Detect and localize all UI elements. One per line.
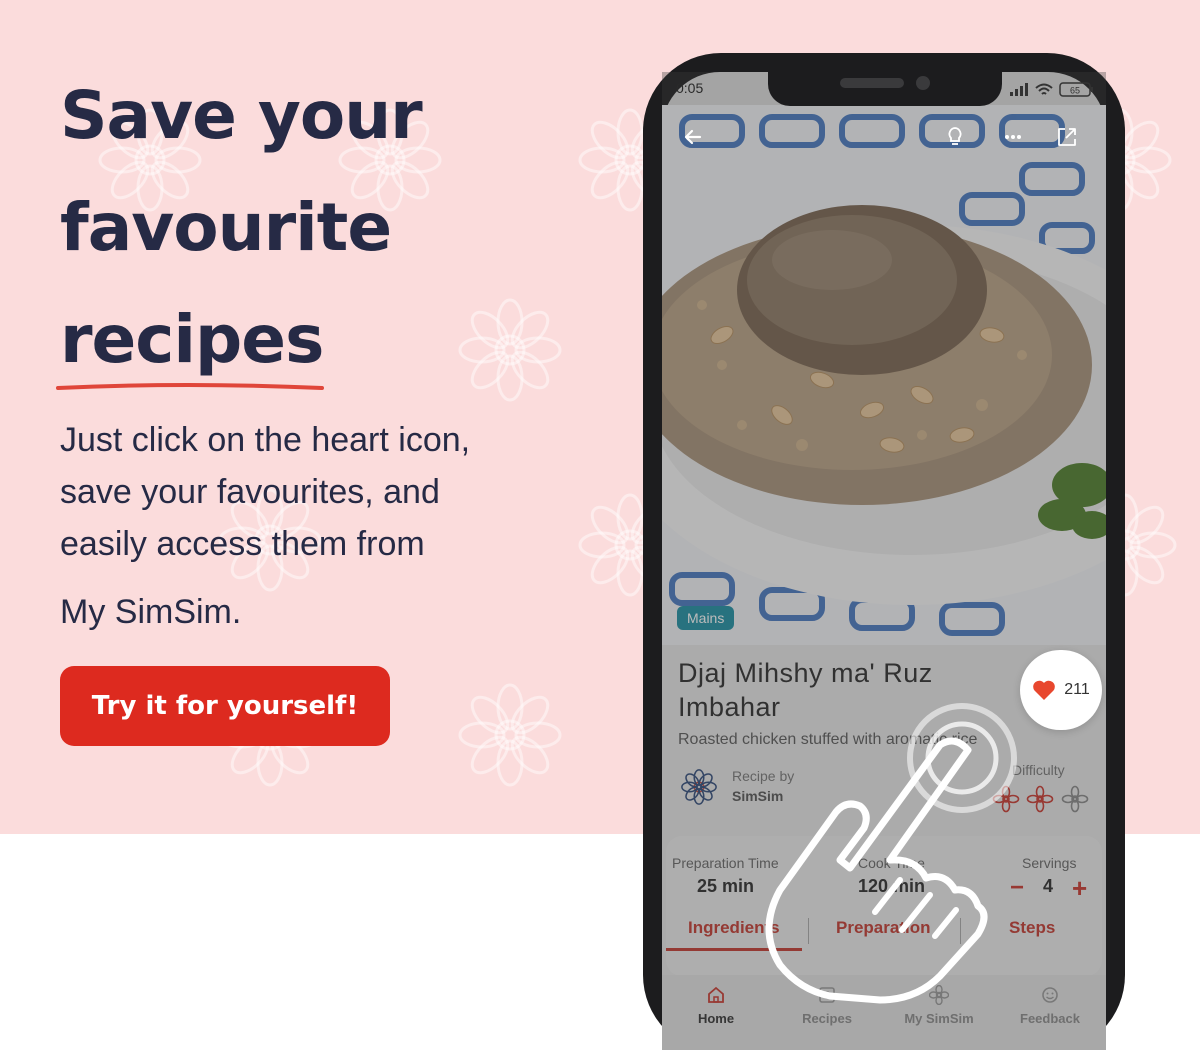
battery-level: 65	[1070, 86, 1080, 96]
heart-icon	[1033, 680, 1056, 700]
recipe-title: Djaj Mihshy ma' Ruz Imbahar	[678, 656, 978, 724]
description-line: easily access them from	[60, 525, 425, 563]
recipe-photo	[662, 105, 1106, 645]
headline-line: Save your	[60, 77, 423, 154]
signal-icon	[1010, 83, 1028, 96]
cook-time-value: 120 min	[858, 876, 926, 896]
description-line: Just click on the heart icon,	[60, 421, 471, 459]
favourite-count: 211	[1064, 681, 1090, 698]
nav-label: My SimSim	[904, 1011, 974, 1026]
headline-line: favourite	[60, 189, 392, 266]
prep-time-label: Preparation Time	[672, 855, 779, 871]
phone-speaker	[840, 78, 904, 88]
nav-home[interactable]: Home	[671, 985, 761, 1026]
nav-feedback[interactable]: Feedback	[1005, 985, 1095, 1026]
more-dots-icon[interactable]	[1000, 124, 1026, 150]
nav-label: Recipes	[802, 1011, 852, 1026]
servings-decrease-button[interactable]: −	[1010, 876, 1024, 900]
tab-ingredients[interactable]: Ingredients	[688, 918, 780, 938]
nav-my-simsim[interactable]: My SimSim	[894, 985, 984, 1026]
description-line: save your favourites, and	[60, 473, 440, 511]
recipe-author[interactable]: SimSim	[732, 788, 783, 804]
back-arrow-icon[interactable]	[680, 124, 706, 150]
try-it-button[interactable]: Try it for yourself!	[60, 666, 390, 746]
nav-label: Home	[697, 1011, 735, 1026]
difficulty-flower-icons	[992, 785, 1089, 813]
phone-camera	[916, 76, 930, 90]
hero-description: Just click on the heart icon, save your …	[60, 414, 520, 638]
tab-steps[interactable]: Steps	[1009, 918, 1055, 938]
recipes-icon	[819, 987, 835, 1003]
recipe-by-label: Recipe by	[732, 768, 795, 784]
headline-highlight: recipes	[56, 284, 324, 396]
smiley-icon	[1042, 987, 1058, 1003]
headline: Save your favourite recipes	[56, 60, 580, 396]
nav-recipes[interactable]: Recipes	[782, 985, 872, 1026]
recipe-subtitle: Roasted chicken stuffed with aromatic ri…	[678, 731, 978, 748]
description-line: My SimSim.	[60, 593, 242, 631]
nav-label: Feedback	[1020, 1011, 1080, 1026]
recipe-title-line: Djaj Mihshy ma' Ruz	[678, 658, 933, 688]
status-icons: 65	[1010, 82, 1093, 97]
recipe-title-line: Imbahar	[678, 692, 781, 722]
tab-divider	[808, 918, 809, 944]
cook-time-label: Cook Time	[858, 855, 925, 871]
share-icon[interactable]	[1054, 124, 1080, 150]
tab-divider	[960, 918, 961, 944]
underline-stroke	[56, 383, 324, 390]
prep-time-value: 25 min	[697, 876, 755, 896]
home-icon	[708, 986, 724, 1003]
simsim-flower-icon	[929, 985, 949, 1005]
category-badge[interactable]: Mains	[677, 606, 735, 630]
tab-preparation[interactable]: Preparation	[836, 918, 930, 938]
headline-line: recipes	[60, 301, 324, 378]
servings-increase-button[interactable]: +	[1072, 875, 1087, 901]
difficulty-label: Difficulty	[1012, 762, 1065, 778]
wifi-icon	[1035, 83, 1053, 95]
simsim-logo-icon	[681, 769, 717, 805]
phone-notch	[768, 70, 1002, 106]
lightbulb-icon[interactable]	[942, 124, 968, 150]
servings-value: 4	[1043, 876, 1054, 896]
favourite-button[interactable]: 211	[1020, 650, 1102, 730]
servings-label: Servings	[1022, 855, 1077, 871]
status-time: 0:05	[676, 80, 704, 96]
active-tab-indicator	[666, 948, 802, 951]
